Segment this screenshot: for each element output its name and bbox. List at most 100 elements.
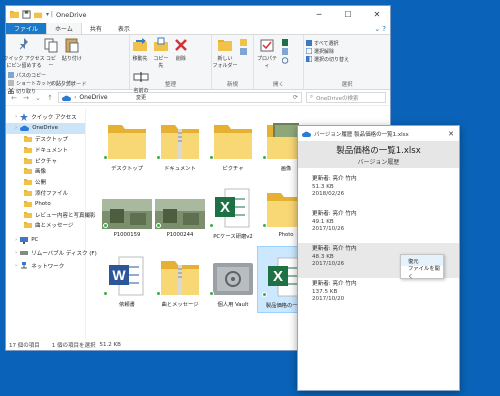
nav-item[interactable]: › ネットワーク: [6, 260, 85, 271]
expand-chevron-icon[interactable]: ›: [15, 237, 17, 243]
selection-count: 1 個の項目を選択: [51, 342, 96, 349]
version-editor: 更新者: 亮介 竹内: [312, 246, 357, 252]
tab-home[interactable]: ホーム: [46, 23, 82, 34]
nav-item-label: クイック アクセス: [31, 115, 77, 122]
select-all-button[interactable]: すべて選択: [306, 39, 388, 47]
history-icon[interactable]: [281, 57, 292, 64]
address-field[interactable]: › OneDrive ⟳: [58, 92, 302, 103]
new-item-icon[interactable]: [239, 39, 247, 46]
copy-folder-icon: [153, 37, 168, 51]
pin-quick-access-button[interactable]: クイック アクセス にピン留めする: [3, 37, 45, 69]
properties-button[interactable]: プロパティ: [256, 37, 278, 69]
tab-share[interactable]: 共有: [82, 23, 110, 34]
expand-chevron-icon[interactable]: ›: [15, 263, 17, 269]
scissors-icon: [8, 88, 14, 94]
new-folder-icon[interactable]: [34, 10, 43, 19]
select-none-button[interactable]: 選択解除: [306, 47, 388, 55]
sync-status-icon: [209, 291, 214, 296]
select-all-icon: [306, 40, 312, 46]
version-entry[interactable]: 更新者: 亮介 竹内 137.5 KB 2017/10/20: [298, 278, 459, 313]
ribbon-tabs: ファイル ホーム 共有 表示 ⌄ ?: [6, 23, 390, 35]
expand-chevron-icon[interactable]: ›: [15, 114, 17, 120]
vault-icon: [208, 249, 258, 297]
folder-icon: [24, 146, 32, 153]
sync-status-icon: [262, 292, 267, 297]
copy-to-button[interactable]: コピー先: [152, 37, 170, 69]
folder-tile[interactable]: ドキュメント: [151, 110, 209, 177]
invert-selection-icon: [306, 56, 312, 62]
file-name-label: ドキュメント: [164, 166, 196, 172]
folder-icon: [24, 168, 32, 175]
nav-item[interactable]: 公開: [6, 177, 85, 188]
nav-item[interactable]: 添付ファイル: [6, 188, 85, 199]
version-entry[interactable]: 更新者: 亮介 竹内 51.3 KB 2018/02/26: [298, 173, 459, 208]
window-title: OneDrive: [55, 10, 87, 19]
nav-item[interactable]: 曲とメッセージ: [6, 220, 85, 231]
version-entry[interactable]: 更新者: 亮介 竹内 49.1 KB 2017/10/26: [298, 208, 459, 243]
item-count: 17 個の項目: [9, 342, 40, 349]
nav-item[interactable]: › クイック アクセス: [6, 112, 85, 123]
tab-file[interactable]: ファイル: [6, 23, 47, 34]
maximize-button[interactable]: ☐: [335, 6, 361, 23]
copy-button[interactable]: コピー: [44, 37, 58, 69]
version-date: 2018/02/26: [312, 191, 345, 197]
new-folder-button[interactable]: 新しい フォルダー: [213, 37, 238, 69]
edit-icon[interactable]: [281, 48, 292, 55]
nav-item[interactable]: › OneDrive: [6, 122, 85, 134]
sync-status-icon: [103, 155, 108, 160]
qat-dropdown-icon[interactable]: ▾ |: [46, 11, 53, 18]
refresh-icon[interactable]: ⟳: [293, 94, 301, 101]
nav-item[interactable]: ドキュメント: [6, 144, 85, 155]
folder-icon: [24, 189, 32, 196]
folder-tile[interactable]: デスクトップ: [98, 110, 156, 177]
nav-item-label: 添付ファイル: [35, 190, 69, 197]
tab-view[interactable]: 表示: [110, 23, 138, 34]
nav-item-label: デスクトップ: [35, 136, 69, 143]
expand-chevron-icon[interactable]: ›: [15, 125, 17, 131]
pin-icon: [19, 38, 28, 50]
move-to-button[interactable]: 移動先: [132, 37, 148, 62]
open-file-menu-item[interactable]: ファイルを開く: [401, 266, 443, 280]
invert-selection-button[interactable]: 選択の切り替え: [306, 55, 388, 63]
copy-path-button[interactable]: パスのコピー: [8, 71, 76, 79]
expand-chevron-icon[interactable]: ›: [15, 250, 17, 256]
paste-button[interactable]: 貼り付け: [62, 37, 82, 62]
close-button[interactable]: ✕: [364, 6, 390, 23]
version-editor: 更新者: 亮介 竹内: [312, 211, 357, 217]
word-icon: W: [102, 249, 152, 297]
help-icon[interactable]: ⌄ ?: [374, 23, 390, 34]
close-button[interactable]: ✕: [448, 130, 459, 138]
path-icon: [8, 72, 14, 78]
nav-item[interactable]: 画像: [6, 166, 85, 177]
easy-access-icon[interactable]: [239, 48, 247, 55]
version-date: 2017/10/26: [312, 226, 345, 232]
nav-item[interactable]: レビュー内容と写真撮影: [6, 209, 96, 220]
open-icon[interactable]: [281, 39, 292, 46]
excel-icon: X: [208, 181, 258, 229]
file-tile[interactable]: 個人用 Vault: [204, 246, 262, 313]
nav-item-label: PC: [31, 237, 39, 244]
nav-item[interactable]: デスクトップ: [6, 134, 85, 145]
save-icon[interactable]: [22, 10, 31, 19]
folder-icon: [24, 200, 32, 207]
navigation-pane: › クイック アクセス › OneDrive デスクトップ ドキュメント ピクチャ 画像 公開添…: [6, 108, 97, 339]
file-tile[interactable]: W 依頼書: [98, 246, 156, 313]
nav-item[interactable]: › リムーバブル ディスク (F): [6, 248, 97, 259]
version-history-subtitle: バージョン履歴: [357, 158, 400, 166]
folder-tile[interactable]: 曲とメッセージ: [151, 246, 209, 313]
file-tile[interactable]: X PCケース研磨v2: [204, 178, 262, 245]
nav-item[interactable]: › PC: [6, 235, 85, 246]
cut-button[interactable]: 切り取り: [8, 87, 76, 95]
file-tile[interactable]: P1000244: [151, 178, 209, 245]
new-folder-icon: [218, 40, 232, 51]
file-tile[interactable]: P1000159: [98, 178, 156, 245]
drive-icon: [20, 250, 29, 256]
delete-button[interactable]: 削除: [174, 37, 188, 62]
breadcrumb[interactable]: OneDrive: [79, 94, 107, 101]
folder-tile[interactable]: ピクチャ: [204, 110, 262, 177]
minimize-button[interactable]: ─: [306, 6, 332, 23]
search-input[interactable]: ⌕ OneDriveの検索: [306, 92, 386, 103]
file-name-label: ピクチャ: [222, 166, 244, 172]
nav-item[interactable]: Photo: [6, 198, 85, 209]
nav-item[interactable]: ピクチャ: [6, 155, 85, 166]
